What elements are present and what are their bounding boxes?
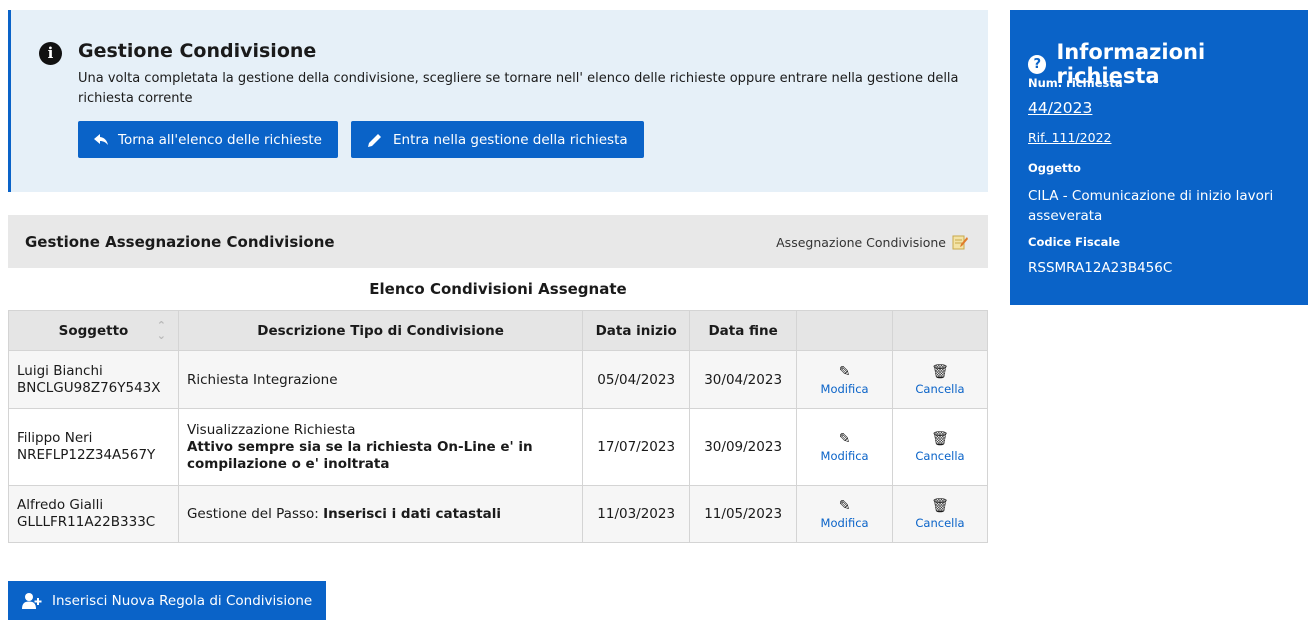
enter-request-button[interactable]: Entra nella gestione della richiesta <box>351 121 644 158</box>
assign-sharing-link[interactable]: Assegnazione Condivisione <box>776 234 968 250</box>
back-to-list-button[interactable]: Torna all'elenco delle richieste <box>78 121 338 158</box>
description-text: Richiesta Integrazione <box>186 371 338 388</box>
delete-action[interactable]: 🗑 Cancella <box>892 350 988 409</box>
edit-action[interactable]: ✎ Modifica <box>796 485 894 543</box>
subject-cell: Alfredo Gialli GLLLFR11A22B333C <box>8 485 179 543</box>
subject-name: Filippo Neri <box>17 430 93 446</box>
delete-action[interactable]: 🗑 Cancella <box>892 408 988 486</box>
question-icon: ? <box>1028 54 1047 74</box>
column-header-edit <box>796 310 894 351</box>
info-text: Una volta completata la gestione della c… <box>78 71 959 106</box>
add-sharing-rule-button[interactable]: Inserisci Nuova Regola di Condivisione <box>8 581 327 620</box>
delete-label: Cancella <box>915 449 965 463</box>
table-row: Filippo Neri NREFLP12Z34A567Y Visualizza… <box>8 408 988 486</box>
description-cell: Gestione del Passo: Inserisci i dati cat… <box>177 485 584 543</box>
num-request-link[interactable]: 44/2023 <box>1028 99 1092 117</box>
oggetto-value: CILA - Comunicazione di inizio lavori as… <box>1028 188 1274 224</box>
column-header-delete <box>892 310 988 351</box>
column-header-data-fine: Data fine <box>689 310 798 351</box>
subject-cell: Filippo Neri NREFLP12Z34A567Y <box>8 408 179 486</box>
delete-label: Cancella <box>915 381 965 396</box>
end-date: 30/04/2023 <box>689 350 798 409</box>
subject-code: NREFLP12Z34A567Y <box>17 447 156 463</box>
list-title: Elenco Condivisioni Assegnate <box>369 280 627 298</box>
edit-label: Modifica <box>820 449 869 463</box>
subject-code: GLLLFR11A22B333C <box>17 514 156 530</box>
add-sharing-rule-label: Inserisci Nuova Regola di Condivisione <box>52 592 313 609</box>
subject-cell: Luigi Bianchi BNCLGU98Z76Y543X <box>8 350 179 409</box>
info-title: Gestione Condivisione <box>78 40 317 62</box>
table-header-row: Soggetto ⌃ ⌄ Descrizione Tipo di Condivis… <box>8 310 988 351</box>
end-date: 11/05/2023 <box>689 485 798 543</box>
delete-action[interactable]: 🗑 Cancella <box>892 485 988 543</box>
enter-request-label: Entra nella gestione della richiesta <box>393 131 628 148</box>
start-date: 05/04/2023 <box>582 350 691 409</box>
start-date: 11/03/2023 <box>582 485 691 543</box>
trash-icon: 🗑 <box>931 431 949 447</box>
table-row: Alfredo Gialli GLLLFR11A22B333C Gestione… <box>8 485 988 543</box>
start-date: 17/07/2023 <box>582 408 691 486</box>
rif-link[interactable]: Rif. 111/2022 <box>1028 130 1111 145</box>
pencil-icon: ✎ <box>838 431 851 447</box>
edit-action[interactable]: ✎ Modifica <box>796 408 894 486</box>
num-request-label: Num. richiesta <box>1028 76 1123 90</box>
trash-icon: 🗑 <box>931 363 949 380</box>
description-text: Gestione del Passo: <box>186 506 324 522</box>
column-header-soggetto[interactable]: Soggetto ⌃ ⌄ <box>8 310 179 351</box>
subject-name: Alfredo Gialli <box>17 497 104 513</box>
codice-fiscale-label: Codice Fiscale <box>1028 235 1121 249</box>
info-panel: i Gestione Condivisione Una volta comple… <box>8 10 988 192</box>
back-to-list-label: Torna all'elenco delle richieste <box>118 131 322 148</box>
subject-name: Luigi Bianchi <box>17 362 103 379</box>
description-cell: Richiesta Integrazione <box>177 350 584 409</box>
request-info-card: ? Informazioni richiesta Num. richiesta … <box>1010 10 1308 305</box>
sharing-table: Soggetto ⌃ ⌄ Descrizione Tipo di Condivis… <box>8 310 988 543</box>
column-header-data-inizio: Data inizio <box>582 310 691 351</box>
reply-arrow-icon <box>94 133 108 145</box>
pencil-icon: ✎ <box>838 363 851 380</box>
trash-icon: 🗑 <box>931 498 949 514</box>
sort-icon[interactable]: ⌃ ⌄ <box>157 320 166 341</box>
edit-action[interactable]: ✎ Modifica <box>796 350 894 409</box>
pencil-icon <box>368 133 381 147</box>
section-title: Gestione Assegnazione Condivisione <box>25 233 335 251</box>
info-icon: i <box>39 42 62 65</box>
assign-sharing-label: Assegnazione Condivisione <box>776 234 946 250</box>
edit-note-icon <box>952 235 968 250</box>
end-date: 30/09/2023 <box>689 408 798 486</box>
oggetto-label: Oggetto <box>1028 161 1081 175</box>
add-user-icon <box>22 592 42 609</box>
description-bold-text: Attivo sempre sia se la richiesta On-Lin… <box>186 438 533 472</box>
description-cell: Visualizzazione Richiesta Attivo sempre … <box>177 408 584 486</box>
codice-fiscale-value: RSSMRA12A23B456C <box>1028 260 1173 276</box>
section-header: Gestione Assegnazione Condivisione Asseg… <box>8 215 988 268</box>
delete-label: Cancella <box>915 516 965 530</box>
edit-label: Modifica <box>820 381 869 396</box>
pencil-icon: ✎ <box>838 498 851 514</box>
column-header-descrizione: Descrizione Tipo di Condivisione <box>177 310 584 351</box>
table-row: Luigi Bianchi BNCLGU98Z76Y543X Richiesta… <box>8 350 988 409</box>
subject-code: BNCLGU98Z76Y543X <box>17 379 161 396</box>
description-text: Visualizzazione Richiesta <box>186 421 356 438</box>
description-bold-text: Inserisci i dati catastali <box>323 506 502 522</box>
edit-label: Modifica <box>820 516 869 530</box>
